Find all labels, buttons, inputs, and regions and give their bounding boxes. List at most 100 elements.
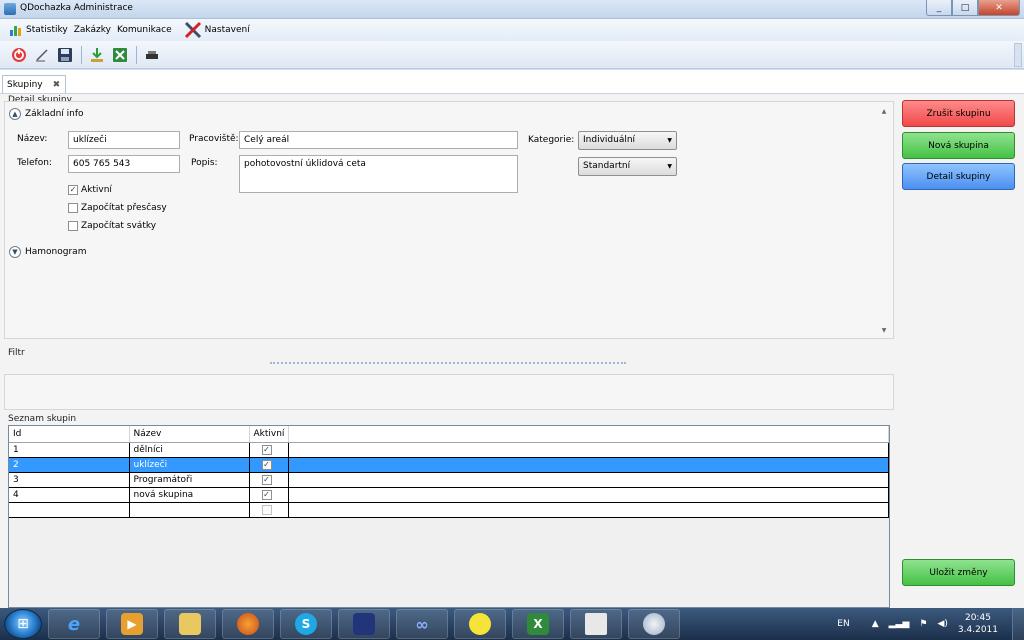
checkbox-svatky[interactable]: Započítat svátky	[68, 221, 156, 231]
menu-label: Statistiky	[26, 25, 68, 35]
menu-zakazky[interactable]: Zakázky	[71, 25, 114, 35]
taskbar-paint[interactable]	[628, 609, 680, 639]
taskbar-excel[interactable]: X	[512, 609, 564, 639]
language-indicator[interactable]: EN	[837, 619, 849, 629]
main-area: Skupiny ✖ Detail skupiny ▲ Základní info…	[0, 70, 1024, 608]
checkbox-box[interactable]: ✓	[261, 444, 272, 455]
hamonogram-expander[interactable]: ▼ Hamonogram	[9, 246, 86, 258]
minimize-button[interactable]: _	[926, 0, 952, 16]
window-controls: _ □ ✕	[926, 0, 1020, 16]
save-changes-button[interactable]: Uložit změny	[902, 559, 1015, 586]
cell-active[interactable]: ✓	[249, 472, 290, 488]
toolbar-overflow[interactable]	[1014, 43, 1022, 67]
cell-id[interactable]: 3	[9, 472, 130, 488]
clock[interactable]: 20:45 3.4.2011	[958, 612, 998, 636]
cell-name[interactable]	[129, 502, 250, 518]
start-button[interactable]: ⊞	[4, 609, 42, 639]
table-row[interactable]: 4 nová skupina ✓	[9, 487, 889, 503]
menu-komunikace[interactable]: Komunikace	[114, 25, 175, 35]
checkbox-box[interactable]: ✓	[261, 474, 272, 485]
clock-time: 20:45	[964, 613, 991, 623]
checkbox-label: Aktivní	[81, 185, 112, 195]
table-row[interactable]: 3 Programátoři ✓	[9, 472, 889, 488]
taskbar-media[interactable]: ▶	[106, 609, 158, 639]
groups-table: Id Název Aktivní 1 dělníci ✓ 2 uklízeči …	[9, 426, 889, 518]
tray-arrow-icon[interactable]: ▲	[872, 619, 879, 629]
cell-name[interactable]: nová skupina	[129, 487, 250, 503]
maximize-button[interactable]: □	[952, 0, 978, 16]
telefon-field[interactable]: 605 765 543	[68, 155, 180, 173]
taskbar-duck[interactable]	[454, 609, 506, 639]
column-header-id[interactable]: Id	[9, 426, 130, 443]
cell-active[interactable]: ✓	[249, 457, 290, 473]
cell-name[interactable]: dělníci	[129, 442, 250, 458]
scroll-down-icon[interactable]: ▼	[879, 327, 889, 334]
import-icon[interactable]	[86, 44, 108, 66]
network-icon[interactable]: ▂▃▅	[889, 619, 910, 629]
cell-active[interactable]: ✓	[249, 487, 290, 503]
close-button[interactable]: ✕	[978, 0, 1020, 16]
taskbar-ie[interactable]: e	[48, 609, 100, 639]
menu-statistiky[interactable]: Statistiky	[0, 23, 71, 37]
splitter-handle[interactable]	[270, 362, 626, 364]
cell-id[interactable]: 4	[9, 487, 130, 503]
save-icon[interactable]	[54, 44, 76, 66]
cancel-group-button[interactable]: Zrušit skupinu	[902, 100, 1015, 127]
cell-active[interactable]	[249, 502, 290, 518]
checkbox-box[interactable]: ✓	[261, 489, 272, 500]
notepad-icon	[585, 613, 607, 635]
show-desktop-button[interactable]	[1012, 608, 1024, 640]
close-icon[interactable]: ✖	[53, 80, 61, 90]
checkbox-box[interactable]	[68, 221, 78, 231]
power-icon[interactable]	[8, 44, 30, 66]
detail-panel: ▲ Základní info Název: uklízeči Telefon:…	[4, 101, 894, 339]
edit-icon[interactable]	[31, 44, 53, 66]
taskbar-save[interactable]	[338, 609, 390, 639]
cell-id[interactable]: 2	[9, 457, 130, 473]
checkbox-aktivni[interactable]: ✓ Aktivní	[68, 185, 112, 195]
tab-skupiny[interactable]: Skupiny ✖	[2, 75, 66, 93]
pracoviste-field[interactable]: Celý areál	[239, 131, 518, 149]
detail-scrollbar[interactable]: ▲ ▼	[879, 108, 889, 334]
telefon-label: Telefon:	[17, 158, 52, 168]
checkbox-box[interactable]: ✓	[68, 185, 78, 195]
app-icon	[4, 3, 16, 15]
group-detail-button[interactable]: Detail skupiny	[902, 163, 1015, 190]
new-group-button[interactable]: Nová skupina	[902, 132, 1015, 159]
checkbox-box[interactable]: ✓	[261, 459, 272, 470]
type-select[interactable]: Standartní ▼	[578, 157, 677, 176]
hamonogram-label: Hamonogram	[25, 247, 87, 257]
kategorie-select[interactable]: Individuální ▼	[578, 131, 677, 150]
basic-info-expander[interactable]: ▲ Základní info	[9, 108, 84, 120]
volume-icon[interactable]: ◀)	[937, 619, 947, 629]
print-icon[interactable]	[141, 44, 163, 66]
taskbar-explorer[interactable]	[164, 609, 216, 639]
column-header-active[interactable]: Aktivní	[249, 426, 290, 443]
skype-icon: S	[295, 613, 317, 635]
cell-active[interactable]: ✓	[249, 442, 290, 458]
checkbox-prescasy[interactable]: Započítat přesčasy	[68, 203, 167, 213]
menu-nastaveni[interactable]: Nastavení	[175, 21, 253, 39]
nazev-field[interactable]: uklízeči	[68, 131, 180, 149]
checkbox-box[interactable]	[261, 504, 272, 515]
toolbar-separator	[81, 45, 82, 64]
cell-name[interactable]: Programátoři	[129, 472, 250, 488]
cell-name[interactable]: uklízeči	[129, 457, 250, 473]
flag-icon[interactable]: ⚑	[919, 619, 927, 629]
taskbar-skype[interactable]: S	[280, 609, 332, 639]
cell-id[interactable]	[9, 502, 130, 518]
scroll-up-icon[interactable]: ▲	[879, 108, 889, 115]
table-new-row[interactable]	[9, 502, 889, 518]
checkbox-box[interactable]	[68, 203, 78, 213]
infinity-icon: ∞	[415, 614, 429, 634]
column-header-name[interactable]: Název	[129, 426, 250, 443]
taskbar-notepad[interactable]	[570, 609, 622, 639]
taskbar-firefox[interactable]	[222, 609, 274, 639]
table-row[interactable]: 1 dělníci ✓	[9, 442, 889, 458]
popis-field[interactable]: pohotovostní úklidová ceta	[239, 155, 518, 193]
excel-icon[interactable]	[109, 44, 131, 66]
table-row-selected[interactable]: 2 uklízeči ✓	[9, 457, 889, 473]
clock-date: 3.4.2011	[957, 625, 998, 635]
taskbar-infinity[interactable]: ∞	[396, 609, 448, 639]
cell-id[interactable]: 1	[9, 442, 130, 458]
